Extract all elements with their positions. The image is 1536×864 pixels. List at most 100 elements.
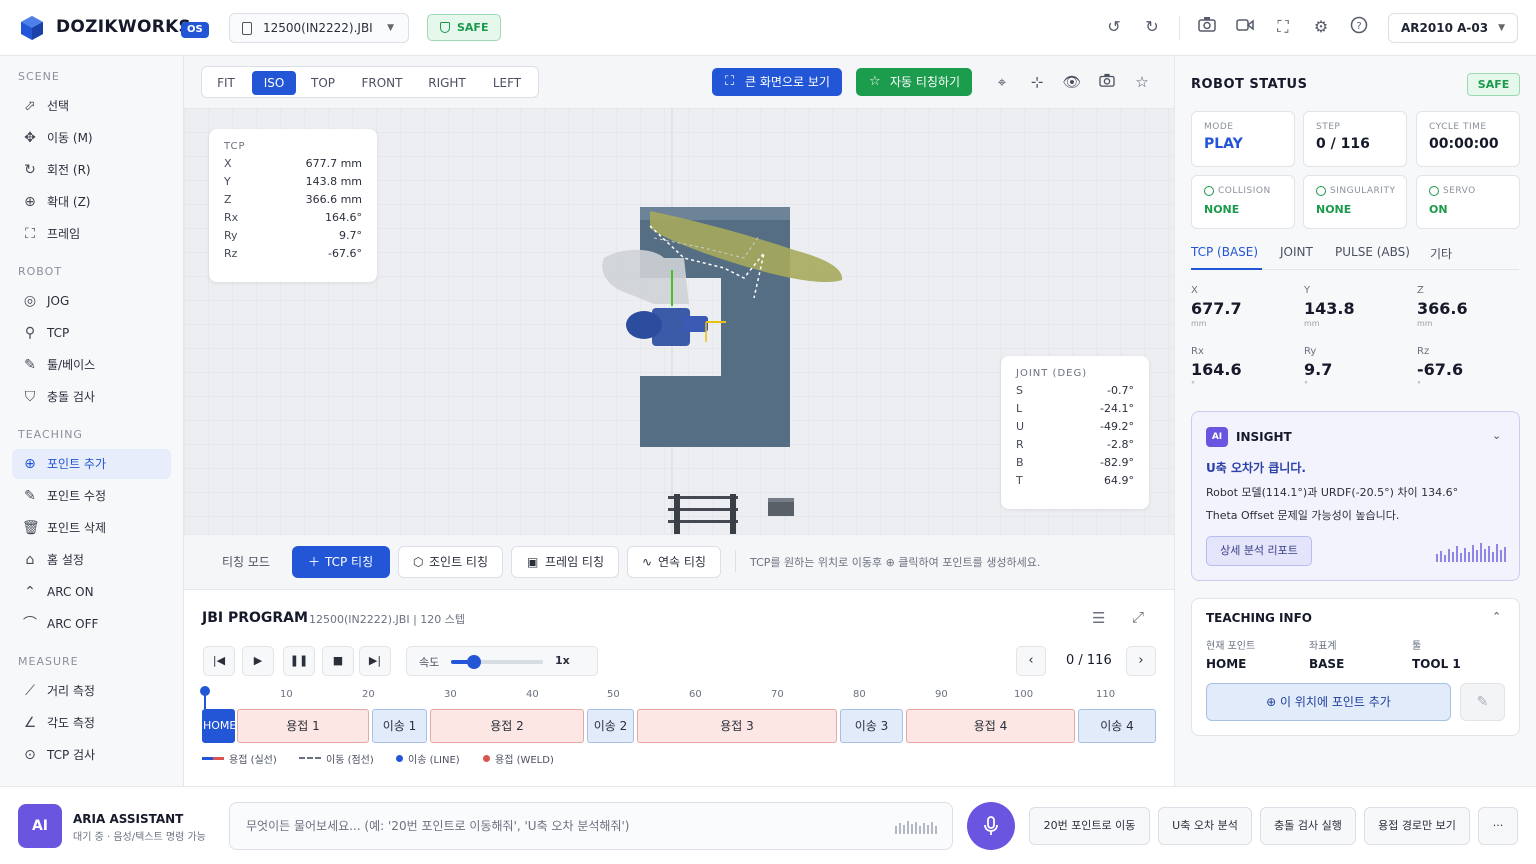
file-select[interactable]: 12500(IN2222).JBI ▼ bbox=[229, 13, 409, 43]
sidebar-item-home[interactable]: ⌂ 홈 설정 bbox=[12, 545, 171, 575]
continuous-teach-button[interactable]: ∿ 연속 티칭 bbox=[627, 546, 721, 578]
sidebar-item-tool-base[interactable]: ✎ 툴/베이스 bbox=[12, 350, 171, 380]
quick-move-to-20[interactable]: 20번 포인트로 이동 bbox=[1029, 807, 1150, 845]
timeline-tick: 100 bbox=[1014, 689, 1034, 700]
tcp-teach-button[interactable]: ＋ TCP 티칭 bbox=[292, 546, 390, 578]
frame-teach-button[interactable]: ▣ 프레임 티칭 bbox=[511, 546, 619, 578]
insight-line-2: Theta Offset 문제일 가능성이 높습니다. bbox=[1206, 509, 1400, 522]
skip-start-button[interactable]: |◀ bbox=[203, 646, 235, 676]
edit-point-button[interactable]: ✎ bbox=[1460, 683, 1505, 721]
ruler-icon: ⟋ bbox=[25, 683, 35, 699]
timeline-segment-move-1[interactable]: 이송 1 bbox=[372, 709, 427, 743]
assistant-name: ARIA ASSISTANT bbox=[73, 812, 184, 826]
chevron-down-icon[interactable]: ⌄ bbox=[1492, 429, 1501, 442]
locate-icon[interactable]: ⊹ bbox=[1027, 72, 1047, 92]
timeline-segment-move-3[interactable]: 이송 3 bbox=[840, 709, 903, 743]
prev-step-button[interactable]: ‹ bbox=[1016, 646, 1046, 676]
gear-icon[interactable]: ⚙ bbox=[1310, 16, 1332, 38]
snapshot-icon[interactable] bbox=[1097, 72, 1117, 92]
tab-tcp-base[interactable]: TCP (BASE) bbox=[1191, 245, 1258, 259]
sidebar-item-zoom[interactable]: ⊕ 확대 (Z) bbox=[12, 187, 171, 217]
expand-panel-icon[interactable]: ⤢ bbox=[1132, 608, 1144, 626]
insight-line-1: Robot 모델(114.1°)과 URDF(-20.5°) 차이 134.6° bbox=[1206, 486, 1459, 499]
robot-select[interactable]: AR2010 A-03 ▼ bbox=[1388, 13, 1518, 43]
redo-icon[interactable]: ↻ bbox=[1141, 16, 1163, 38]
auto-teach-button[interactable]: ☆ 자동 티칭하기 bbox=[856, 68, 972, 96]
stop-button[interactable]: ■ bbox=[322, 646, 354, 676]
favorite-icon[interactable]: ☆ bbox=[1132, 72, 1152, 92]
quick-collision-check[interactable]: 충돌 검사 실행 bbox=[1260, 807, 1356, 845]
file-icon bbox=[242, 22, 252, 35]
speed-control: 속도 1x bbox=[406, 646, 598, 676]
next-step-button[interactable]: › bbox=[1126, 646, 1156, 676]
tab-fit[interactable]: FIT bbox=[208, 71, 244, 95]
voice-level-icon bbox=[895, 821, 937, 834]
detail-report-button[interactable]: 상세 분석 리포트 bbox=[1206, 536, 1312, 566]
quick-weld-path-only[interactable]: 용접 경로만 보기 bbox=[1364, 807, 1470, 845]
sidebar-item-arc-on[interactable]: ⌃ ARC ON bbox=[12, 577, 171, 607]
timeline-segment-weld-4[interactable]: 용접 4 bbox=[906, 709, 1075, 743]
tab-front[interactable]: FRONT bbox=[354, 71, 410, 95]
fullscreen-icon[interactable]: ⛶ bbox=[1272, 16, 1294, 38]
sidebar-item-move[interactable]: ✥ 이동 (M) bbox=[12, 123, 171, 153]
assistant-input[interactable]: 무엇이든 물어보세요... (예: '20번 포인트로 이동해줘', 'U축 오… bbox=[229, 802, 953, 850]
skip-end-button[interactable]: ▶| bbox=[359, 646, 391, 676]
speed-slider[interactable] bbox=[451, 655, 543, 669]
sidebar-item-jog[interactable]: ◎ JOG bbox=[12, 286, 171, 316]
timeline-tick: 30 bbox=[444, 689, 457, 700]
add-point-here-button[interactable]: ⊕ 이 위치에 포인트 추가 bbox=[1206, 683, 1451, 721]
sidebar-item-frame[interactable]: ⛶ 프레임 bbox=[12, 219, 171, 249]
auto-teach-label: 자동 티칭하기 bbox=[890, 75, 961, 89]
tcp-row: Z 366.6 mm bbox=[224, 193, 362, 206]
sidebar-item-tcp[interactable]: ⚲ TCP bbox=[12, 318, 171, 348]
chevron-up-icon[interactable]: ⌃ bbox=[1492, 610, 1501, 623]
sidebar-item-angle[interactable]: ∠ 각도 측정 bbox=[12, 708, 171, 738]
undo-icon[interactable]: ↺ bbox=[1103, 16, 1125, 38]
tab-top[interactable]: TOP bbox=[302, 71, 344, 95]
camera-icon[interactable] bbox=[1196, 16, 1218, 38]
logo-cube-icon bbox=[21, 16, 43, 40]
sidebar-item-distance[interactable]: ⟋ 거리 측정 bbox=[12, 676, 171, 706]
quick-more-button[interactable]: ··· bbox=[1478, 807, 1518, 845]
sidebar-item-collision[interactable]: ⛉ 충돌 검사 bbox=[12, 382, 171, 412]
sidebar-item-arc-off[interactable]: ⌒ ARC OFF bbox=[12, 609, 171, 639]
pause-button[interactable]: ❚❚ bbox=[283, 646, 315, 676]
sidebar-section-scene: SCENE bbox=[18, 70, 60, 83]
sidebar-item-tcp-check[interactable]: ⊙ TCP 검사 bbox=[12, 740, 171, 770]
mic-button[interactable] bbox=[967, 802, 1015, 850]
tab-pulse-abs[interactable]: PULSE (ABS) bbox=[1335, 245, 1410, 259]
step-value: 0 / 116 bbox=[1316, 136, 1370, 152]
insight-title: INSIGHT bbox=[1236, 430, 1292, 444]
tab-other[interactable]: 기타 bbox=[1430, 245, 1452, 262]
coord-x: X 677.7 mm bbox=[1191, 285, 1242, 328]
timeline-segment-weld-2[interactable]: 용접 2 bbox=[430, 709, 584, 743]
sidebar-item-rotate[interactable]: ↻ 회전 (R) bbox=[12, 155, 171, 185]
joint-teach-button[interactable]: ⬡ 조인트 티칭 bbox=[398, 546, 503, 578]
eye-icon[interactable]: 👁 bbox=[1062, 72, 1082, 92]
crosshair-icon[interactable]: ⌖ bbox=[992, 72, 1012, 92]
tab-left[interactable]: LEFT bbox=[484, 71, 530, 95]
timeline-segment-weld-3[interactable]: 용접 3 bbox=[637, 709, 837, 743]
play-button[interactable]: ▶ bbox=[242, 646, 274, 676]
teaching-info-title: TEACHING INFO bbox=[1206, 611, 1312, 625]
help-icon[interactable]: ? bbox=[1348, 16, 1370, 38]
speed-slider-knob[interactable] bbox=[467, 655, 481, 669]
sidebar-item-edit-point[interactable]: ✎ 포인트 수정 bbox=[12, 481, 171, 511]
timeline-segment-weld-1[interactable]: 용접 1 bbox=[237, 709, 369, 743]
timeline-segment-home[interactable]: HOME bbox=[202, 709, 236, 743]
sidebar-item-delete-point[interactable]: 🗑 포인트 삭제 bbox=[12, 513, 171, 543]
timeline-segment-move-2[interactable]: 이송 2 bbox=[587, 709, 634, 743]
list-icon[interactable]: ☰ bbox=[1092, 609, 1105, 627]
sidebar-item-select[interactable]: ⬀ 선택 bbox=[12, 91, 171, 121]
tab-right[interactable]: RIGHT bbox=[420, 71, 474, 95]
sidebar-item-add-point[interactable]: ⊕ 포인트 추가 bbox=[12, 449, 171, 479]
timeline-segment-move-4[interactable]: 이송 4 bbox=[1078, 709, 1156, 743]
fullscreen-view-button[interactable]: ⛶ 큰 화면으로 보기 bbox=[712, 68, 842, 96]
mic-icon bbox=[984, 816, 998, 835]
sidebar-item-label: 이동 (M) bbox=[47, 131, 93, 145]
video-icon[interactable] bbox=[1234, 16, 1256, 38]
tab-joint[interactable]: JOINT bbox=[1280, 245, 1313, 259]
coord-system-field: 좌표계 BASE bbox=[1309, 641, 1345, 671]
tab-iso[interactable]: ISO bbox=[252, 71, 296, 95]
quick-u-axis-analysis[interactable]: U축 오차 분석 bbox=[1158, 807, 1252, 845]
